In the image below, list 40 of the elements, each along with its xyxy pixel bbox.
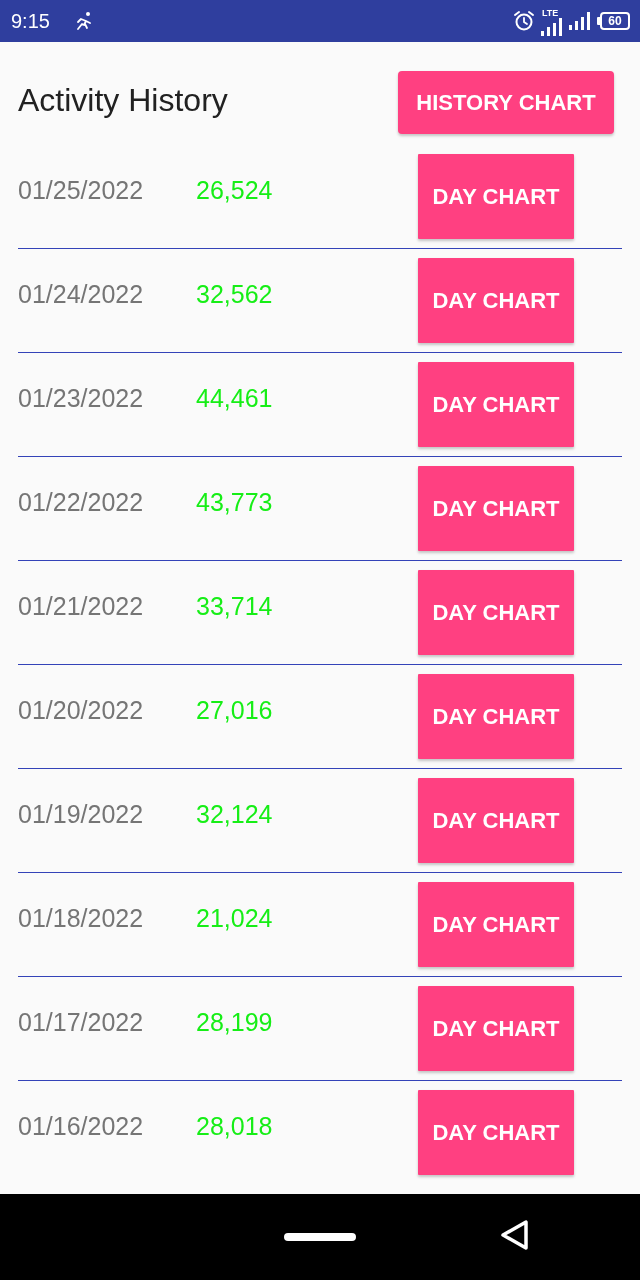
step-count: 32,124 (196, 799, 273, 829)
activity-date: 01/20/2022 (18, 695, 145, 725)
cellular-signal-icon (541, 18, 563, 36)
activity-date: 01/23/2022 (18, 383, 145, 413)
day-chart-button[interactable]: DAY CHART (418, 986, 574, 1071)
activity-date: 01/24/2022 (18, 279, 145, 309)
step-count: 28,199 (196, 1007, 273, 1037)
day-chart-button[interactable]: DAY CHART (418, 466, 574, 551)
page-title: Activity History (18, 81, 228, 119)
activity-date: 01/16/2022 (18, 1111, 145, 1141)
alarm-clock-icon (513, 10, 535, 32)
activity-date: 01/22/2022 (18, 487, 145, 517)
step-count: 27,016 (196, 695, 273, 725)
activity-date: 01/19/2022 (18, 799, 145, 829)
day-chart-button[interactable]: DAY CHART (418, 362, 574, 447)
activity-date: 01/17/2022 (18, 1007, 145, 1037)
day-chart-button[interactable]: DAY CHART (418, 1090, 574, 1175)
step-count: 44,461 (196, 383, 273, 413)
step-count: 28,018 (196, 1111, 273, 1141)
back-icon[interactable] (500, 1219, 530, 1251)
day-chart-button[interactable]: DAY CHART (418, 154, 574, 239)
day-chart-button[interactable]: DAY CHART (418, 674, 574, 759)
signal-strength-icon (569, 12, 591, 30)
day-chart-button[interactable]: DAY CHART (418, 570, 574, 655)
day-chart-button[interactable]: DAY CHART (418, 258, 574, 343)
step-count: 43,773 (196, 487, 273, 517)
activity-date: 01/18/2022 (18, 903, 145, 933)
activity-date: 01/21/2022 (18, 591, 145, 621)
history-chart-button[interactable]: HISTORY CHART (398, 71, 614, 134)
network-type-label: LTE (542, 8, 559, 18)
step-count: 26,524 (196, 175, 273, 205)
step-count: 33,714 (196, 591, 273, 621)
home-handle[interactable] (284, 1233, 356, 1241)
day-chart-button[interactable]: DAY CHART (418, 882, 574, 967)
day-chart-button[interactable]: DAY CHART (418, 778, 574, 863)
battery-indicator: 60 (597, 12, 630, 30)
activity-date: 01/25/2022 (18, 175, 145, 205)
step-count: 21,024 (196, 903, 273, 933)
clock-time: 9:15 (11, 9, 50, 33)
step-count: 32,562 (196, 279, 273, 309)
